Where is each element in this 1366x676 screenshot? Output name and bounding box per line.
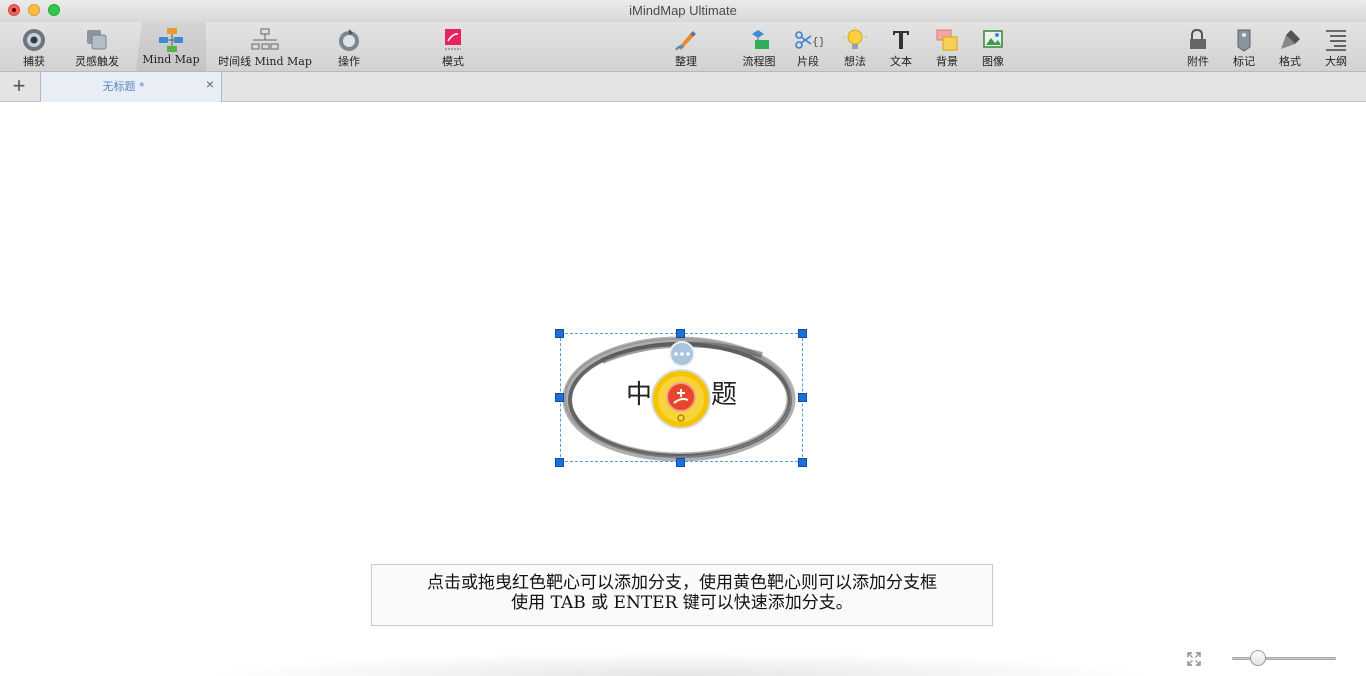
image-button[interactable]: 图像	[976, 22, 1010, 71]
marker-button[interactable]: 标记	[1227, 22, 1261, 71]
snippets-icon: {}	[793, 27, 823, 53]
window-title: iMindMap Ultimate	[629, 3, 737, 18]
organize-button[interactable]: 整理	[668, 22, 704, 71]
resize-handle-left[interactable]	[555, 393, 564, 402]
central-topic-text-right[interactable]: 题	[711, 374, 737, 411]
tab-untitled[interactable]: 无标题 * ×	[40, 72, 222, 102]
action-icon	[334, 27, 364, 53]
background-button[interactable]: 背景	[930, 22, 964, 71]
more-options-icon[interactable]	[668, 341, 696, 367]
tab-close-button[interactable]: ×	[203, 77, 217, 91]
outline-icon	[1321, 27, 1351, 53]
resize-handle-bottom-right[interactable]	[798, 458, 807, 467]
mind-map-view-icon	[156, 27, 186, 53]
resize-handle-top-right[interactable]	[798, 329, 807, 338]
branch-target-icon[interactable]	[650, 368, 712, 430]
format-icon	[1275, 27, 1305, 53]
flowchart-icon	[744, 27, 774, 53]
canvas-bottom-shadow	[200, 652, 1160, 676]
hint-line-2: 使用 TAB 或 ENTER 键可以快速添加分支。	[511, 593, 853, 613]
timeline-mind-map-button[interactable]: 时间线 Mind Map	[218, 22, 312, 71]
text-icon	[886, 27, 916, 53]
text-button[interactable]: 文本	[884, 22, 918, 71]
zoom-slider-track[interactable]	[1232, 657, 1336, 660]
format-button[interactable]: 格式	[1273, 22, 1307, 71]
timeline-icon	[250, 27, 280, 53]
main-toolbar: 捕获 灵感触发 Mind Map 时间线 Mind Map 操作 模式 整理 流…	[0, 22, 1366, 72]
idea-bulb-icon	[840, 27, 870, 53]
central-topic-text-left[interactable]: 中	[626, 374, 652, 411]
resize-handle-top[interactable]	[676, 329, 685, 338]
tab-title: 无标题 *	[102, 80, 145, 93]
image-icon	[978, 27, 1008, 53]
background-icon	[932, 27, 962, 53]
snippets-button[interactable]: {} 片段	[790, 22, 826, 71]
hint-line-1: 点击或拖曳红色靶心可以添加分支，使用黄色靶心则可以添加分支框	[427, 573, 937, 593]
title-bar: iMindMap Ultimate	[0, 0, 1366, 22]
mode-icon	[438, 27, 468, 53]
attachment-icon	[1183, 27, 1213, 53]
brainstorm-icon	[82, 27, 112, 53]
brainstorm-button[interactable]: 灵感触发	[70, 22, 124, 71]
tab-bar: + 无标题 * ×	[0, 72, 1366, 102]
capture-icon	[19, 27, 49, 53]
hint-box: 点击或拖曳红色靶心可以添加分支，使用黄色靶心则可以添加分支框 使用 TAB 或 …	[371, 564, 993, 626]
mind-map-view-button[interactable]: Mind Map	[136, 22, 206, 71]
capture-button[interactable]: 捕获	[14, 22, 54, 71]
organize-icon	[671, 27, 701, 53]
marker-icon	[1229, 27, 1259, 53]
flowchart-button[interactable]: 流程图	[738, 22, 780, 71]
resize-handle-bottom[interactable]	[676, 458, 685, 467]
svg-text:{}: {}	[812, 35, 823, 48]
zoom-slider-knob[interactable]	[1249, 650, 1266, 666]
fit-to-screen-icon[interactable]	[1186, 651, 1202, 667]
action-button[interactable]: 操作	[330, 22, 368, 71]
new-tab-button[interactable]: +	[6, 75, 32, 98]
idea-button[interactable]: 想法	[838, 22, 872, 71]
mode-button[interactable]: 模式	[434, 22, 472, 71]
outline-button[interactable]: 大纲	[1319, 22, 1353, 71]
attachment-button[interactable]: 附件	[1181, 22, 1215, 71]
resize-handle-right[interactable]	[798, 393, 807, 402]
resize-handle-bottom-left[interactable]	[555, 458, 564, 467]
resize-handle-top-left[interactable]	[555, 329, 564, 338]
